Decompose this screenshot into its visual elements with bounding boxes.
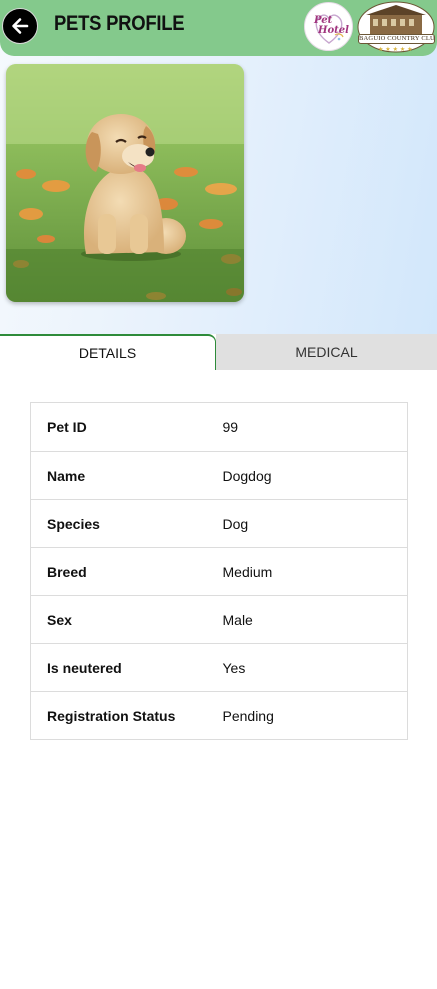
page-title: PETS PROFILE [54, 12, 185, 35]
detail-value-sex: Male [206, 595, 408, 644]
detail-label-name: Name [30, 451, 207, 500]
back-button[interactable] [2, 8, 38, 44]
detail-value-is-neutered: Yes [206, 643, 408, 692]
pet-photo [6, 64, 244, 302]
table-row: Is neutered Yes [30, 643, 408, 692]
detail-value-breed: Medium [206, 547, 408, 596]
profile-tabs: DETAILS MEDICAL [0, 334, 437, 370]
detail-label-is-neutered: Is neutered [30, 643, 207, 692]
country-club-logo: ★ ★ ★ ★ ★ BAGUIO COUNTRY CLUB [356, 0, 436, 54]
table-row: Name Dogdog [30, 451, 408, 500]
detail-label-species: Species [30, 499, 207, 548]
detail-label-registration-status: Registration Status [30, 691, 207, 740]
table-row: Species Dog [30, 499, 408, 548]
detail-label-breed: Breed [30, 547, 207, 596]
table-row: Pet ID 99 [31, 403, 408, 452]
detail-value-species: Dog [206, 499, 408, 548]
app-header: PETS PROFILE Pet Hotel ★ ★ ★ ★ ★ BAGUIO C… [0, 0, 437, 56]
pet-hotel-logo: Pet Hotel [304, 2, 353, 51]
tab-details[interactable]: DETAILS [0, 334, 216, 370]
svg-text:★ ★ ★ ★ ★: ★ ★ ★ ★ ★ [378, 46, 413, 53]
pet-hotel-logo-text: Pet Hotel [314, 15, 349, 36]
detail-value-registration-status: Pending [206, 691, 408, 740]
tab-medical[interactable]: MEDICAL [216, 334, 437, 370]
pet-details-table: Pet ID 99 Name Dogdog Species Dog Breed … [30, 402, 408, 740]
detail-label-pet-id: Pet ID [47, 419, 87, 435]
table-row: Sex Male [30, 595, 408, 644]
country-club-logo-text: BAGUIO COUNTRY CLUB [358, 34, 435, 44]
arrow-left-icon [12, 18, 29, 34]
detail-value-pet-id: 99 [222, 419, 239, 435]
detail-value-name: Dogdog [206, 451, 408, 500]
table-row: Breed Medium [30, 547, 408, 596]
detail-label-sex: Sex [30, 595, 207, 644]
table-row: Registration Status Pending [30, 691, 408, 740]
